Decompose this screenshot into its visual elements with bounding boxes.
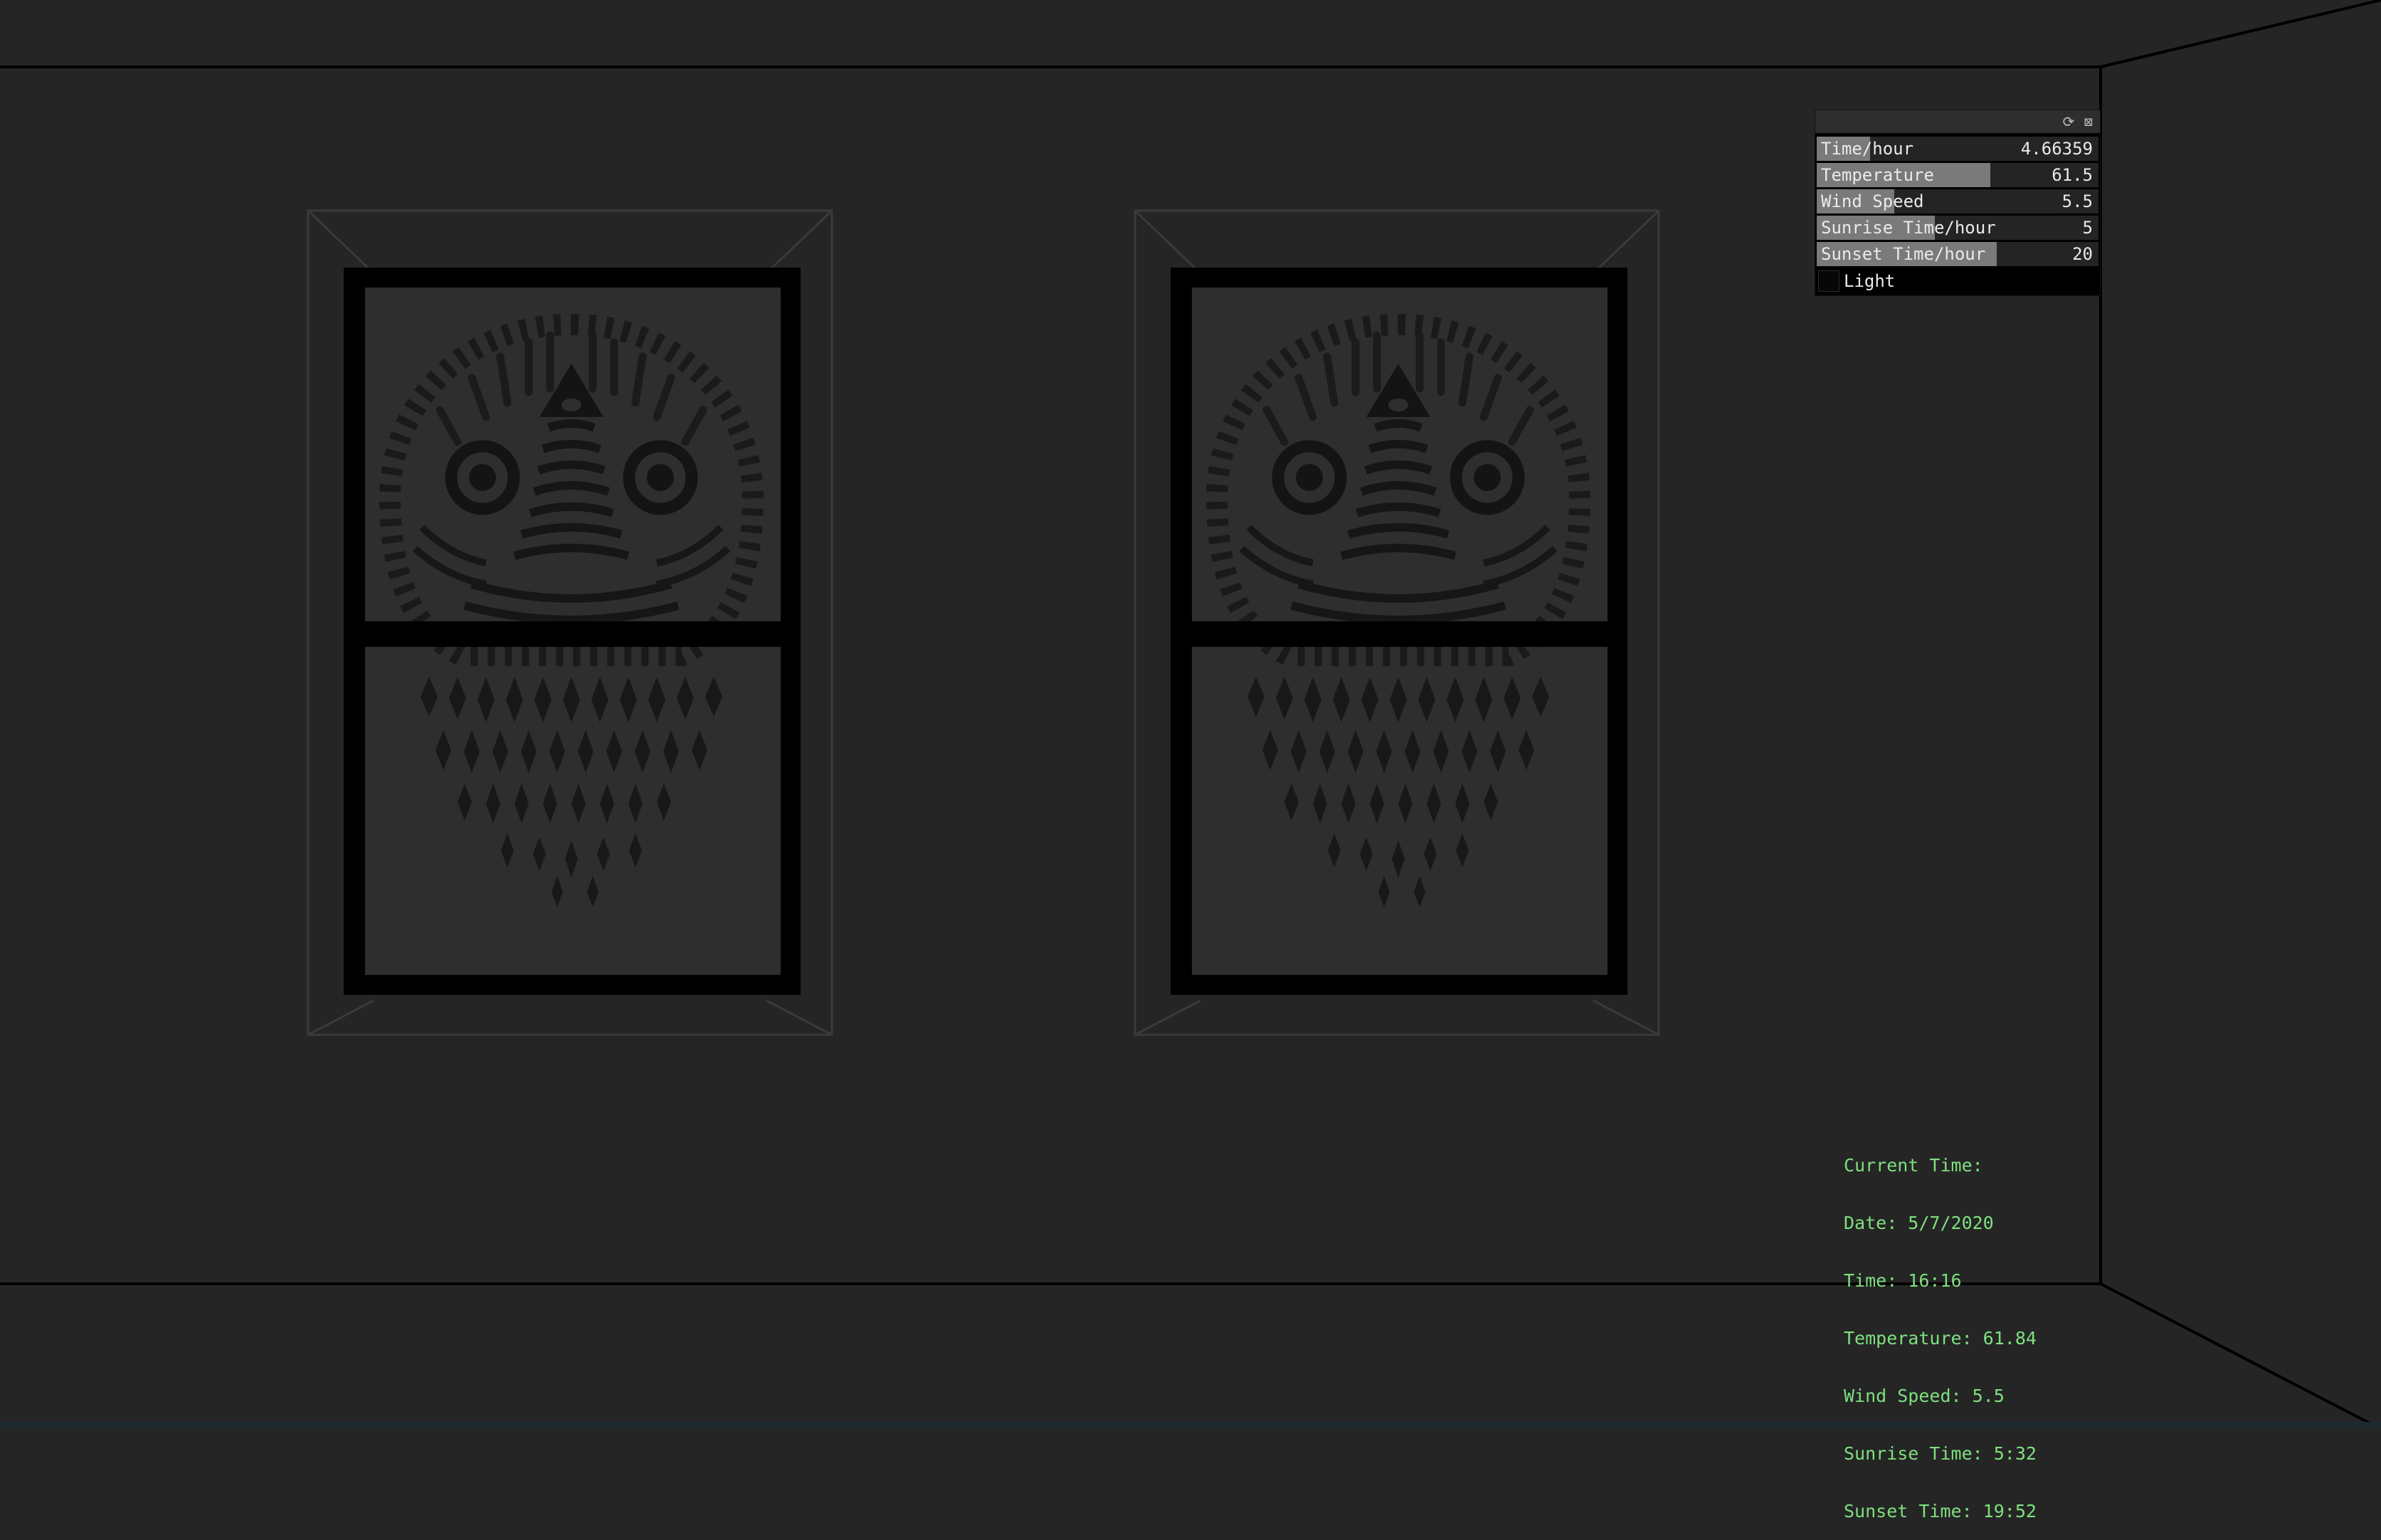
settings-panel: ⟳ ⊠ Time/hour 4.66359 Temperature 61.5 W… [1815, 110, 2101, 296]
light-checkbox[interactable] [1818, 270, 1839, 292]
info-temperature: Temperature: 61.84 [1844, 1328, 2037, 1349]
info-sunset: Sunset Time: 19:52 [1844, 1501, 2037, 1521]
slider-label: Time/hour [1821, 139, 1914, 159]
slider-value: 5 [2082, 218, 2093, 238]
panel-header: ⟳ ⊠ [1815, 110, 2100, 135]
temperature-slider[interactable]: Temperature 61.5 [1817, 163, 2098, 187]
light-toggle[interactable]: Light [1817, 268, 2098, 294]
slider-value: 4.66359 [2020, 139, 2093, 159]
info-heading: Current Time: [1844, 1155, 1983, 1176]
info-time: Time: 16:16 [1844, 1270, 1962, 1291]
slider-value: 61.5 [2052, 165, 2093, 185]
wind-speed-slider[interactable]: Wind Speed 5.5 [1817, 189, 2098, 213]
slider-label: Sunrise Time/hour [1821, 218, 1996, 238]
toggle-label: Light [1844, 271, 1896, 291]
slider-value: 20 [2072, 244, 2093, 264]
save-icon[interactable]: ⊠ [2081, 115, 2096, 129]
slider-label: Wind Speed [1821, 191, 1924, 211]
info-date: Date: 5/7/2020 [1844, 1213, 1994, 1233]
left-window [308, 211, 832, 1035]
current-time-info: Current Time: Date: 5/7/2020 Time: 16:16… [1844, 1117, 2037, 1540]
slider-label: Temperature [1821, 165, 1934, 185]
sunrise-time-slider[interactable]: Sunrise Time/hour 5 [1817, 216, 2098, 240]
info-sunrise: Sunrise Time: 5:32 [1844, 1443, 2037, 1464]
info-wind-speed: Wind Speed: 5.5 [1844, 1386, 2005, 1406]
right-window [1135, 211, 1659, 1035]
time-hour-slider[interactable]: Time/hour 4.66359 [1817, 137, 2098, 161]
refresh-icon[interactable]: ⟳ [2061, 115, 2076, 129]
slider-value: 5.5 [2061, 191, 2093, 211]
sunset-time-slider[interactable]: Sunset Time/hour 20 [1817, 242, 2098, 266]
slider-label: Sunset Time/hour [1821, 244, 1986, 264]
